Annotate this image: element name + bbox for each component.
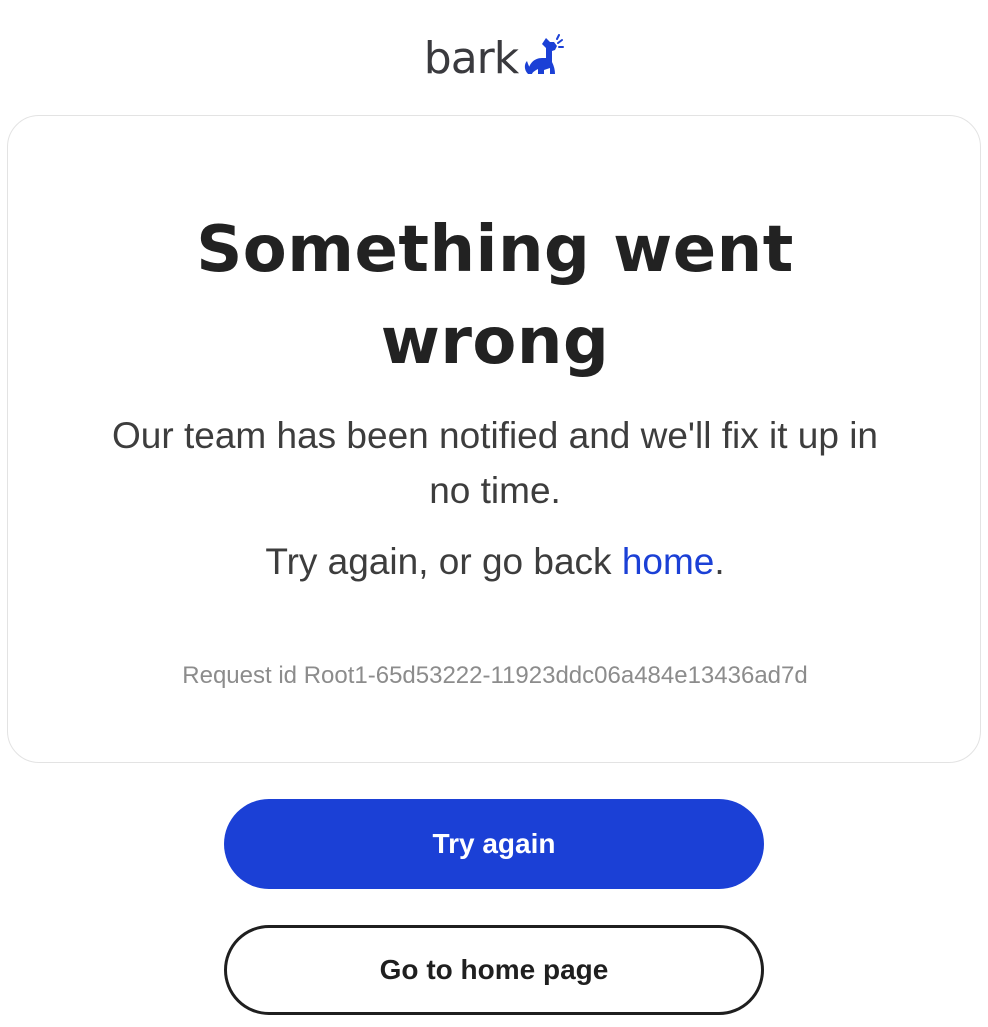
home-link[interactable]: home [622, 541, 715, 582]
error-message: Our team has been notified and we'll fix… [112, 415, 878, 511]
retry-instructions: Try again, or go back home. [8, 534, 982, 589]
try-again-button[interactable]: Try again [224, 799, 764, 889]
error-card: Something went wrong Our team has been n… [7, 115, 981, 763]
brand-logo[interactable]: bark [0, 34, 988, 82]
go-to-home-page-button[interactable]: Go to home page [224, 925, 764, 1015]
error-page: bark Something went wrong Our team has b… [0, 0, 988, 1027]
error-headline: Something went wrong [8, 204, 982, 388]
error-headline-line2: wrong [380, 305, 610, 379]
retry-suffix: . [714, 541, 725, 582]
dog-barking-icon [525, 34, 565, 74]
retry-prefix: Try again, or go back [265, 541, 622, 582]
brand-wordmark: bark [423, 33, 519, 84]
error-headline-line1: Something went [196, 213, 794, 287]
request-id: Request id Root1-65d53222-11923ddc06a484… [182, 662, 808, 689]
